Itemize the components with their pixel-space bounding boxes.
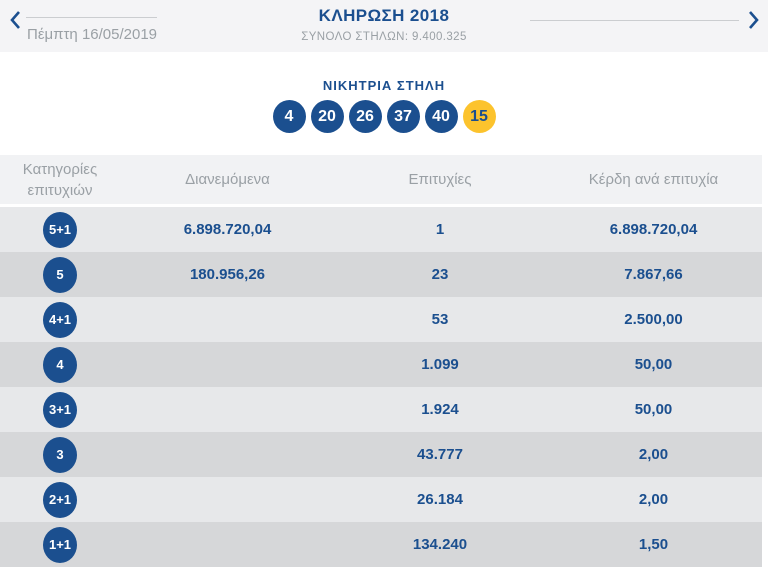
table-body: 5+1 6.898.720,04 1 6.898.720,04 5 180.95… (0, 207, 762, 567)
prize-cell: 2.500,00 (624, 311, 683, 328)
table-row: 4+1 53 2.500,00 (0, 297, 762, 342)
divider-right (530, 20, 739, 21)
header-winners: Επιτυχίες (408, 171, 472, 188)
winning-column-title: ΝΙΚΗΤΡΙΑ ΣΤΗΛΗ (322, 78, 446, 93)
table-row: 1+1 134.240 1,50 (0, 522, 762, 567)
category-badge: 3+1 (43, 391, 77, 428)
winning-column-section: ΝΙΚΗΤΡΙΑ ΣΤΗΛΗ 4 20 26 37 40 15 (0, 52, 768, 155)
draw-title: ΚΛΗΡΩΣΗ 2018 (318, 6, 450, 25)
number-ball: 20 (310, 100, 344, 133)
draw-total-columns: ΣΥΝΟΛΟ ΣΤΗΛΩΝ: 9.400.325 (301, 31, 467, 43)
category-badge: 3 (43, 436, 77, 473)
distributed-cell (120, 477, 335, 522)
distributed-cell (120, 342, 335, 387)
winners-cell: 134.240 (412, 536, 468, 553)
category-badge: 2+1 (43, 481, 77, 518)
prize-cell: 50,00 (634, 356, 673, 373)
winners-cell: 26.184 (417, 491, 463, 508)
winners-cell: 43.777 (417, 446, 463, 463)
prize-cell: 2,00 (638, 491, 669, 508)
distributed-cell (120, 387, 335, 432)
winning-numbers: 4 20 26 37 40 15 (0, 100, 768, 133)
prize-cell: 7.867,66 (624, 266, 683, 283)
number-ball: 37 (386, 100, 420, 133)
number-ball: 4 (272, 100, 306, 133)
prize-cell: 1,50 (638, 536, 669, 553)
table-row: 5+1 6.898.720,04 1 6.898.720,04 (0, 207, 762, 252)
category-badge: 1+1 (43, 526, 77, 563)
distributed-cell (120, 432, 335, 477)
table-row: 3 43.777 2,00 (0, 432, 762, 477)
joker-ball: 15 (462, 100, 496, 133)
table-row: 3+1 1.924 50,00 (0, 387, 762, 432)
number-ball: 26 (348, 100, 382, 133)
table-row: 4 1.099 50,00 (0, 342, 762, 387)
category-badge: 5+1 (43, 211, 77, 248)
draw-nav-bar: Πέμπτη 16/05/2019 ΚΛΗΡΩΣΗ 2018 ΣΥΝΟΛΟ ΣΤ… (0, 0, 768, 52)
winners-cell: 1 (435, 221, 445, 238)
prize-cell: 6.898.720,04 (609, 221, 698, 238)
winners-cell: 1.924 (421, 401, 459, 418)
draw-title-block: ΚΛΗΡΩΣΗ 2018 ΣΥΝΟΛΟ ΣΤΗΛΩΝ: 9.400.325 (0, 6, 768, 43)
category-badge: 4+1 (43, 301, 77, 338)
number-ball: 40 (424, 100, 458, 133)
table-row: 2+1 26.184 2,00 (0, 477, 762, 522)
distributed-cell: 180.956,26 (189, 266, 266, 283)
winners-cell: 23 (431, 266, 449, 283)
distributed-cell (120, 522, 335, 567)
category-badge: 4 (43, 346, 77, 383)
table-header: Κατηγορίες επιτυχιών Διανεμόμενα Επιτυχί… (0, 155, 762, 207)
header-distributed: Διανεμόμενα (185, 171, 270, 188)
header-prize: Κέρδη ανά επιτυχία (588, 171, 719, 188)
winners-cell: 1.099 (421, 356, 459, 373)
prize-cell: 2,00 (638, 446, 669, 463)
winners-cell: 53 (431, 311, 449, 328)
header-categories: Κατηγορίες επιτυχιών (22, 160, 98, 199)
next-draw-button[interactable] (746, 10, 762, 32)
distributed-cell (120, 297, 335, 342)
results-table: Κατηγορίες επιτυχιών Διανεμόμενα Επιτυχί… (0, 155, 762, 567)
category-badge: 5 (43, 256, 77, 293)
distributed-cell: 6.898.720,04 (183, 221, 272, 238)
chevron-right-icon (748, 10, 760, 33)
prize-cell: 50,00 (634, 401, 673, 418)
table-row: 5 180.956,26 23 7.867,66 (0, 252, 762, 297)
